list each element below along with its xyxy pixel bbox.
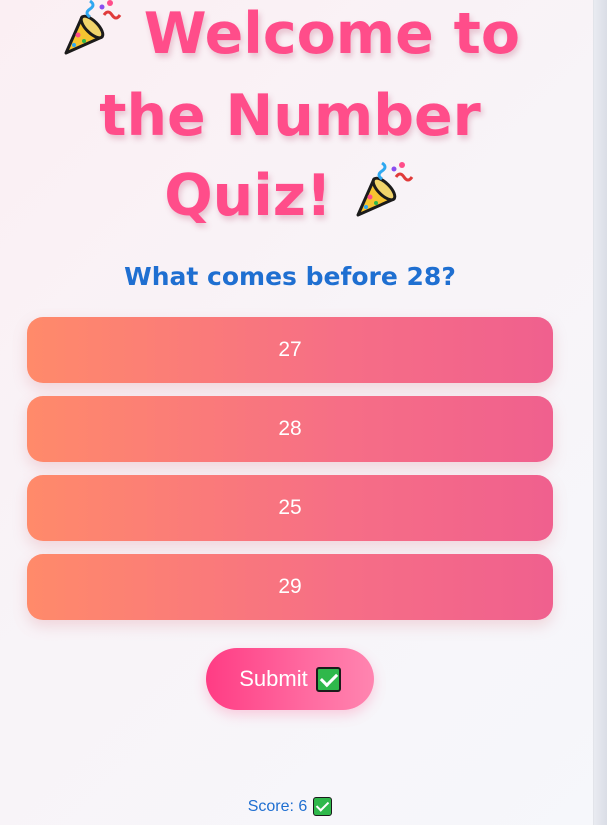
answer-option-button[interactable]: 27	[27, 317, 553, 383]
answer-option-button[interactable]: 28	[27, 396, 553, 462]
party-popper-icon	[60, 0, 124, 76]
page-title: Welcome to the Number Quiz!	[30, 0, 550, 238]
title-line-1: Welcome to	[143, 1, 521, 67]
answer-option-button[interactable]: 25	[27, 475, 553, 541]
title-line-3: Quiz!	[164, 163, 332, 229]
score-label: Score: 6	[247, 797, 308, 815]
party-popper-icon	[352, 157, 416, 238]
check-mark-button-icon	[313, 797, 333, 816]
window-edge	[593, 0, 607, 825]
title-line-2: the Number	[99, 83, 481, 149]
answer-option-button[interactable]: 29	[27, 554, 553, 620]
submit-label: Submit	[239, 666, 308, 691]
answer-options: 27 28 25 29	[27, 317, 553, 633]
check-mark-button-icon	[315, 666, 341, 692]
quiz-card: Welcome to the Number Quiz! What comes b…	[0, 0, 593, 825]
score-display: Score: 6	[0, 797, 580, 816]
submit-button[interactable]: Submit	[206, 648, 374, 710]
question-text: What comes before 28?	[124, 262, 456, 291]
